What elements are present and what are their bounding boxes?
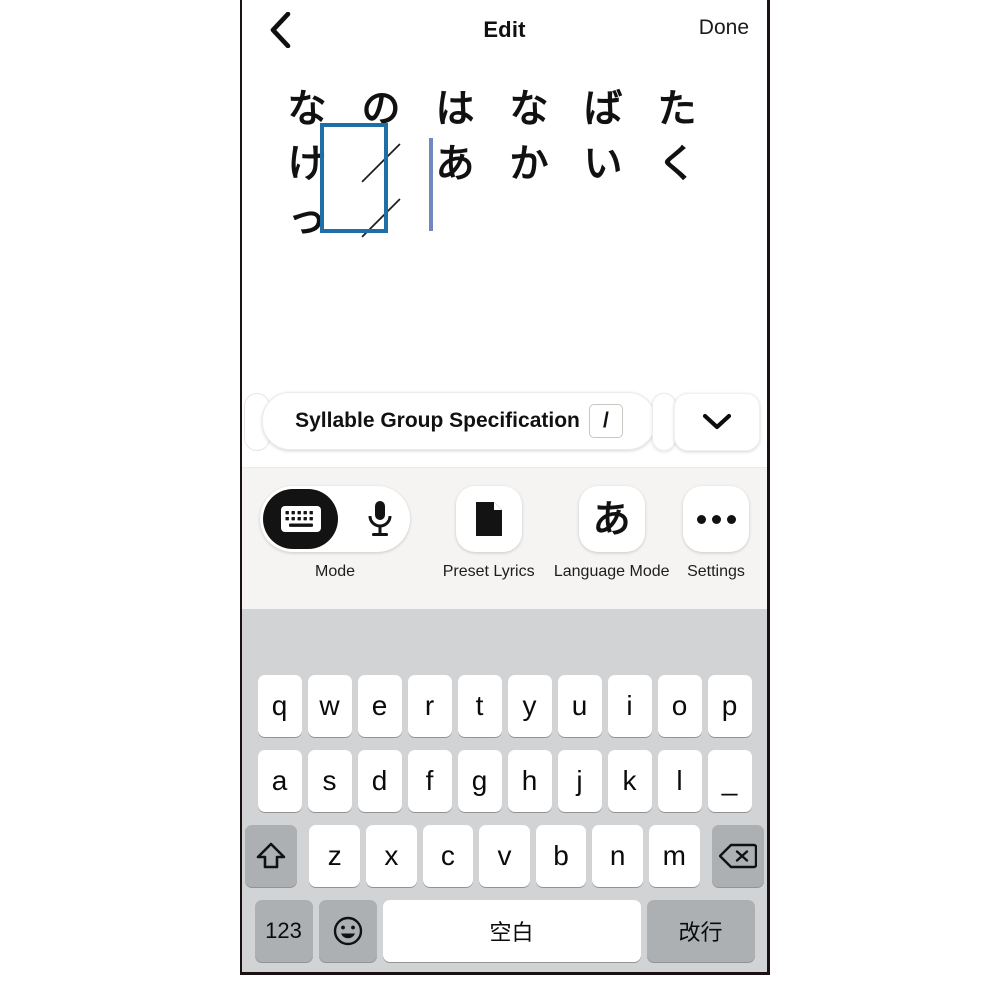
key-j[interactable]: j [557, 750, 602, 812]
ellipsis-icon [696, 514, 736, 524]
mode-toggle-pill[interactable] [260, 486, 410, 552]
key-l[interactable]: l [657, 750, 702, 812]
mode-toggle[interactable]: Mode [260, 486, 410, 581]
key-r[interactable]: r [407, 675, 452, 737]
lyric-cell[interactable]: は [418, 82, 492, 137]
on-screen-keyboard: q w e r t y u i o p a s d f g h j k l _ [242, 609, 767, 972]
key-w[interactable]: w [307, 675, 352, 737]
keyboard-row-1: q w e r t y u i o p [242, 675, 767, 737]
lyric-cell[interactable]: ば [566, 82, 640, 137]
key-p[interactable]: p [707, 675, 752, 737]
numeric-key[interactable]: 123 [254, 900, 313, 962]
key-q[interactable]: q [257, 675, 302, 737]
lyric-cell[interactable]: た [640, 82, 714, 137]
lyric-cell[interactable]: っ [270, 192, 344, 247]
tool-strip: Mode Preset Lyrics あ Language Mode Setti… [242, 467, 767, 609]
language-mode-caption: Language Mode [553, 563, 670, 580]
document-icon [475, 502, 502, 536]
done-button[interactable]: Done [699, 16, 749, 40]
key-e[interactable]: e [357, 675, 402, 737]
key-y[interactable]: y [507, 675, 552, 737]
lyric-cell[interactable]: い [566, 137, 640, 192]
settings-icon-box[interactable] [683, 486, 749, 552]
key-v[interactable]: v [479, 825, 530, 887]
key-d[interactable]: d [357, 750, 402, 812]
backspace-icon [718, 843, 757, 869]
preset-lyrics-button[interactable]: Preset Lyrics [443, 486, 535, 581]
syllable-group-specification-button[interactable]: Syllable Group Specification / [262, 392, 656, 450]
nav-bar: Edit Done [242, 0, 767, 60]
lyric-cell[interactable]: な [492, 82, 566, 137]
lyric-cell-separator[interactable]: ／ [344, 192, 418, 247]
key-k[interactable]: k [607, 750, 652, 812]
key-a[interactable]: a [257, 750, 302, 812]
preset-lyrics-icon-box[interactable] [455, 486, 522, 552]
key-c[interactable]: c [422, 825, 474, 887]
lyric-cell[interactable]: く [640, 137, 714, 192]
lyric-cell[interactable]: の [344, 82, 418, 137]
keyboard-icon [280, 506, 321, 532]
key-h[interactable]: h [507, 750, 552, 812]
key-f[interactable]: f [407, 750, 452, 812]
lyric-cell[interactable] [492, 192, 566, 247]
key-o[interactable]: o [657, 675, 702, 737]
syllable-group-specification-label: Syllable Group Specification [295, 409, 580, 432]
space-key[interactable]: 空白 [382, 900, 641, 962]
language-mode-icon-box[interactable]: あ [578, 486, 645, 552]
lyric-cell-separator[interactable]: ／ [344, 137, 418, 192]
lyric-editor[interactable]: な の は な ば た け ／ あ か い く っ ／ [242, 60, 767, 375]
back-button[interactable] [260, 10, 300, 50]
key-g[interactable]: g [457, 750, 502, 812]
mode-caption: Mode [314, 563, 356, 580]
mode-keyboard-option[interactable] [263, 489, 338, 549]
text-caret [429, 138, 433, 231]
key-s[interactable]: s [307, 750, 352, 812]
key-underscore[interactable]: _ [707, 750, 752, 812]
settings-button[interactable]: Settings [683, 486, 749, 581]
suggestion-bar: Syllable Group Specification / [242, 375, 767, 467]
lyric-cell[interactable] [566, 192, 640, 247]
keyboard-row-2: a s d f g h j k l _ [242, 750, 767, 812]
language-mode-button[interactable]: あ Language Mode [554, 486, 670, 581]
microphone-icon [368, 501, 392, 536]
phone-screen: Edit Done な の は な ば た け ／ あ か い く っ ／ Sy… [240, 0, 770, 975]
shift-key[interactable] [245, 825, 298, 887]
key-t[interactable]: t [457, 675, 502, 737]
backspace-key[interactable] [711, 825, 764, 887]
key-i[interactable]: i [607, 675, 652, 737]
lyric-cell[interactable] [640, 192, 714, 247]
preset-lyrics-caption: Preset Lyrics [442, 563, 535, 580]
syllable-group-token: / [588, 404, 623, 438]
keyboard-row-4: 123 空白 改行 [242, 900, 767, 962]
key-z[interactable]: z [309, 825, 361, 887]
keyboard-row-3: z x c v b n m [242, 825, 767, 887]
key-n[interactable]: n [592, 825, 643, 887]
lyric-cell[interactable]: け [270, 137, 344, 192]
emoji-key[interactable] [318, 900, 377, 962]
key-b[interactable]: b [535, 825, 587, 887]
lyric-cell[interactable]: か [492, 137, 566, 192]
chevron-left-icon [270, 12, 291, 48]
key-m[interactable]: m [648, 825, 700, 887]
mode-voice-option[interactable] [366, 499, 394, 539]
smiley-face-icon [333, 916, 362, 946]
suggestion-right-peek[interactable] [652, 393, 676, 451]
lyric-grid: な の は な ば た け ／ あ か い く っ ／ [270, 82, 714, 247]
lyric-cell[interactable]: な [270, 82, 344, 137]
expand-suggestions-button[interactable] [674, 393, 760, 451]
key-x[interactable]: x [366, 825, 417, 887]
key-u[interactable]: u [557, 675, 602, 737]
settings-caption: Settings [687, 563, 745, 580]
kana-a-icon: あ [592, 497, 631, 541]
shift-up-arrow-icon [256, 842, 286, 869]
return-key[interactable]: 改行 [646, 900, 755, 962]
page-title: Edit [483, 17, 526, 42]
chevron-down-icon [702, 413, 732, 430]
